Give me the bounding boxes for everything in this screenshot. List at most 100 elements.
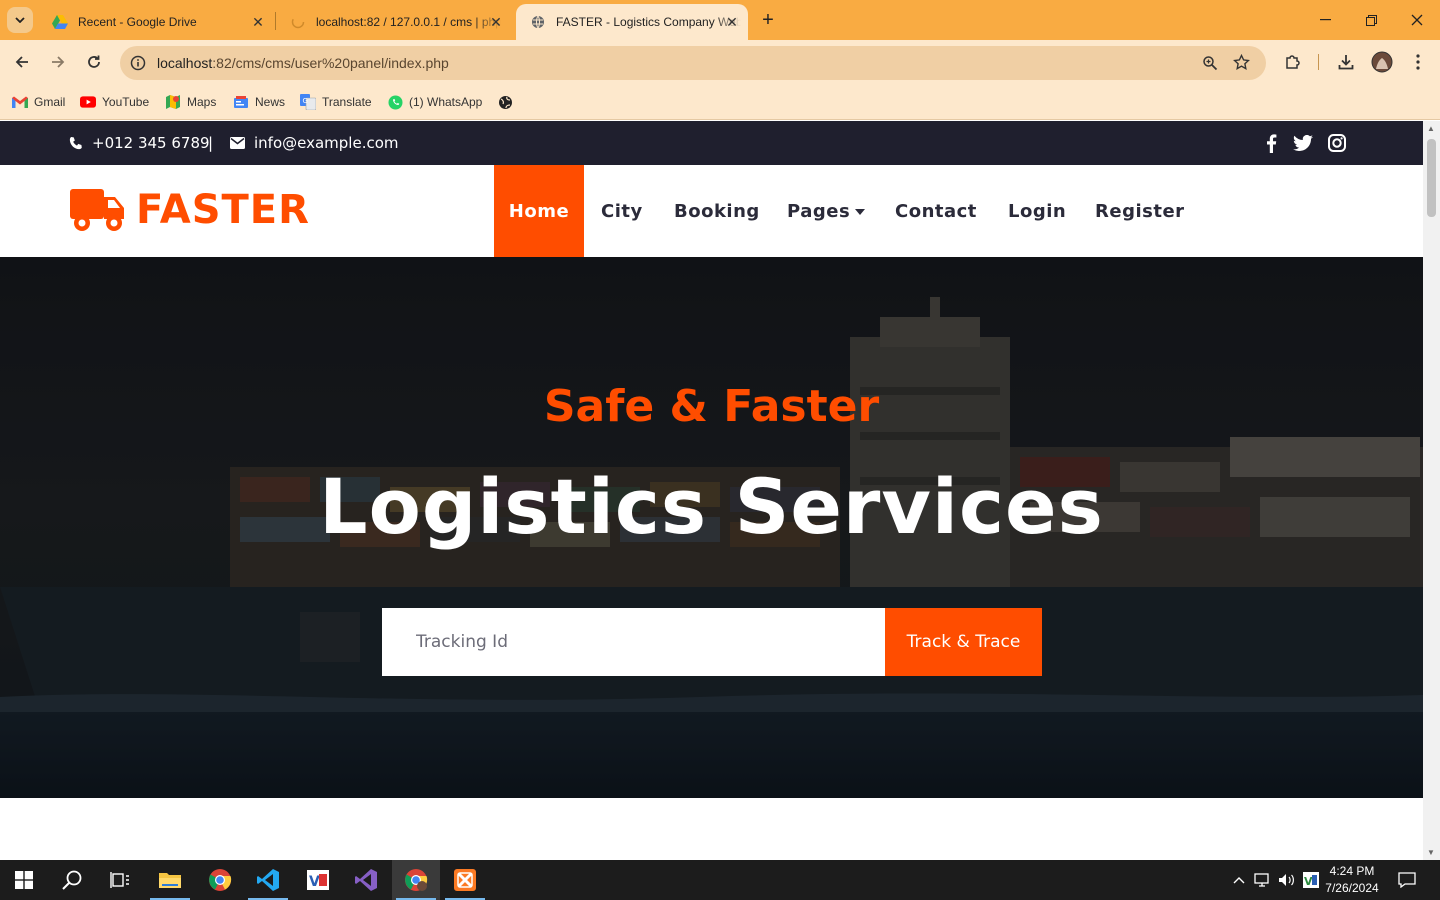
network-tray[interactable]	[1252, 860, 1274, 900]
downloads-button[interactable]	[1334, 50, 1358, 74]
svg-text:G: G	[303, 97, 308, 105]
notification-icon	[1398, 872, 1416, 888]
twitter-link[interactable]	[1292, 132, 1314, 154]
facebook-link[interactable]	[1260, 132, 1282, 154]
bookmark-label: Gmail	[34, 95, 66, 109]
scroll-down-icon[interactable]: ▼	[1427, 848, 1435, 857]
nav-pages-dropdown[interactable]: Pages	[787, 165, 866, 257]
chevron-down-icon	[15, 17, 25, 23]
nav-contact[interactable]: Contact	[895, 165, 977, 257]
browser-menu-button[interactable]	[1406, 50, 1430, 74]
bookmark-globe[interactable]	[497, 92, 519, 112]
show-hidden-icons[interactable]	[1229, 860, 1249, 900]
bookmark-gmail[interactable]: Gmail	[12, 92, 65, 112]
restore-button[interactable]	[1359, 8, 1383, 32]
back-button[interactable]	[10, 50, 34, 74]
taskbar-file-explorer[interactable]	[146, 860, 194, 900]
close-icon[interactable]: ✕	[724, 14, 740, 30]
taskbar-vnc-app[interactable]: V	[294, 860, 342, 900]
tab-title: localhost:82 / 127.0.0.1 / cms | phpMyAd…	[316, 15, 501, 29]
taskbar-xampp[interactable]	[441, 860, 489, 900]
taskbar-chrome[interactable]	[196, 860, 244, 900]
tracking-id-input[interactable]	[382, 608, 885, 676]
notification-center[interactable]	[1394, 860, 1420, 900]
tab-search-button[interactable]	[7, 7, 33, 33]
nav-home[interactable]: Home	[494, 165, 584, 257]
bookmark-label: Translate	[322, 95, 372, 109]
app-v-icon: V	[307, 870, 329, 890]
info-icon[interactable]	[130, 55, 146, 71]
bookmark-translate[interactable]: G Translate	[300, 92, 372, 112]
bookmark-youtube[interactable]: YouTube	[80, 92, 149, 112]
chevron-up-icon	[1233, 877, 1245, 884]
page-viewport: +012 345 6789 | info@example.com FASTER …	[0, 121, 1440, 860]
close-icon	[1411, 14, 1423, 26]
brand-logo[interactable]: FASTER	[70, 187, 310, 233]
gmail-icon	[12, 94, 28, 110]
translate-icon: G	[300, 94, 316, 110]
bookmark-maps[interactable]: Maps	[165, 92, 216, 112]
chrome-icon	[209, 869, 232, 891]
browser-tab-bar: Recent - Google Drive ✕ localhost:82 / 1…	[0, 0, 1440, 40]
task-view-button[interactable]	[96, 860, 144, 900]
topbar-phone[interactable]: +012 345 6789	[68, 134, 210, 152]
close-window-button[interactable]	[1405, 8, 1429, 32]
minimize-button[interactable]	[1313, 8, 1337, 32]
reload-button[interactable]	[82, 50, 106, 74]
extensions-button[interactable]	[1281, 50, 1305, 74]
bookmark-star-icon[interactable]	[1233, 54, 1250, 71]
track-trace-button[interactable]: Track & Trace	[885, 608, 1042, 676]
restore-icon	[1365, 14, 1377, 26]
taskbar-visual-studio[interactable]	[342, 860, 390, 900]
close-icon[interactable]: ✕	[250, 14, 266, 30]
nav-login[interactable]: Login	[1008, 165, 1066, 257]
nav-booking[interactable]: Booking	[674, 165, 760, 257]
close-icon[interactable]: ✕	[488, 14, 504, 30]
task-view-icon	[110, 872, 129, 888]
system-clock[interactable]: 4:24 PM 7/26/2024	[1322, 863, 1382, 897]
browser-tab-faster[interactable]: FASTER - Logistics Company Website ✕	[516, 4, 748, 40]
maps-icon	[165, 94, 181, 110]
bookmark-label: Maps	[187, 95, 217, 109]
more-vertical-icon	[1416, 54, 1420, 70]
taskbar-vscode[interactable]	[244, 860, 292, 900]
taskbar-chrome-active[interactable]	[392, 860, 440, 900]
windows-taskbar: V V 4:24 PM 7/26/2024	[0, 860, 1440, 900]
tab-title: FASTER - Logistics Company Website	[556, 15, 741, 29]
instagram-link[interactable]	[1326, 132, 1348, 154]
chrome-profile-icon	[405, 869, 428, 891]
brand-name: FASTER	[136, 187, 310, 233]
search-button[interactable]	[48, 860, 96, 900]
new-tab-button[interactable]: +	[757, 9, 779, 31]
vpn-tray[interactable]: V	[1300, 860, 1322, 900]
bookmark-whatsapp[interactable]: (1) WhatsApp	[387, 92, 482, 112]
bookmark-news[interactable]: News	[233, 92, 285, 112]
address-bar[interactable]: localhost:82/cms/cms/user%20panel/index.…	[120, 46, 1266, 80]
start-button[interactable]	[0, 860, 48, 900]
envelope-icon	[230, 137, 245, 149]
bookmarks-bar: Gmail YouTube Maps News G Translate (1) …	[0, 84, 1440, 120]
browser-tab-drive[interactable]: Recent - Google Drive ✕	[38, 4, 274, 40]
browser-tab-phpmyadmin[interactable]: localhost:82 / 127.0.0.1 / cms | phpMyAd…	[276, 4, 512, 40]
hero-subtitle: Safe & Faster	[543, 381, 880, 432]
vscode-icon	[257, 869, 279, 891]
scrollbar-thumb[interactable]	[1427, 139, 1436, 217]
clock-time: 4:24 PM	[1329, 864, 1375, 878]
scroll-up-icon[interactable]: ▲	[1427, 124, 1435, 133]
phone-icon	[69, 136, 82, 149]
truck-icon	[70, 189, 124, 231]
page-scrollbar[interactable]: ▲ ▼	[1423, 121, 1440, 860]
topbar-email[interactable]: info@example.com	[230, 134, 399, 152]
network-icon	[1254, 873, 1269, 887]
nav-city[interactable]: City	[601, 165, 643, 257]
url-host: localhost	[157, 55, 213, 71]
folder-icon	[159, 873, 181, 888]
forward-button[interactable]	[46, 50, 70, 74]
zoom-icon[interactable]	[1202, 55, 1218, 71]
browser-toolbar: localhost:82/cms/cms/user%20panel/index.…	[0, 40, 1440, 84]
volume-tray[interactable]	[1276, 860, 1298, 900]
separator-text: |	[208, 134, 214, 152]
nav-register[interactable]: Register	[1095, 165, 1185, 257]
profile-button[interactable]	[1370, 50, 1394, 74]
nav-label: Booking	[674, 200, 760, 222]
